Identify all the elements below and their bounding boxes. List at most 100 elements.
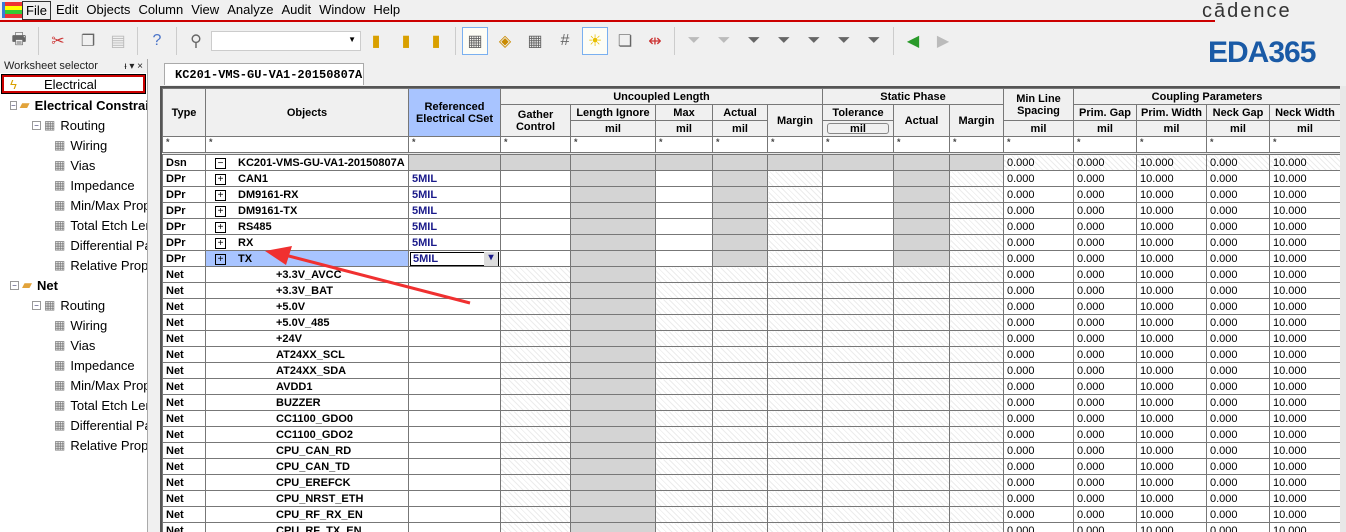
tree-item[interactable]: ▦ Differential Pair [0, 415, 147, 435]
tree-item[interactable]: ▦ Vias [0, 155, 147, 175]
cset-cell[interactable]: 5MIL [408, 170, 501, 187]
neck_width-cell[interactable]: 10.000 [1269, 346, 1341, 363]
prim_gap-cell[interactable]: 0.000 [1073, 346, 1137, 363]
collapse-icon[interactable]: − [10, 100, 17, 110]
cset-cell[interactable]: 5MIL [408, 202, 501, 219]
col-neck-width[interactable]: Neck Width [1269, 104, 1341, 121]
cset-cell[interactable] [408, 410, 501, 427]
menu-file[interactable]: File [22, 0, 51, 20]
prim_width-cell[interactable]: 10.000 [1136, 170, 1207, 187]
object-cell[interactable]: − KC201-VMS-GU-VA1-20150807A [205, 154, 409, 171]
prim_gap-cell[interactable]: 0.000 [1073, 490, 1137, 507]
constraint-cell[interactable] [570, 282, 656, 299]
filter-cell[interactable]: * [205, 136, 409, 153]
constraint-cell[interactable] [712, 490, 768, 507]
constraint-cell[interactable] [570, 346, 656, 363]
constraint-cell[interactable] [767, 442, 823, 459]
panel-controls[interactable]: ᵼ ▾ × [124, 61, 143, 72]
constraint-icon[interactable]: ◈ [492, 27, 518, 55]
menu-window[interactable]: Window [316, 1, 368, 20]
constraint-cell[interactable] [500, 522, 571, 532]
constraint-cell[interactable] [822, 378, 894, 395]
table-row[interactable]: Net CPU_NRST_ETH 0.000 0.000 10.000 0.000 10.0… [162, 490, 1341, 507]
tree-item[interactable]: ▦ Differential Pair [0, 235, 147, 255]
expand-icon[interactable]: + [215, 189, 226, 201]
constraint-cell[interactable] [767, 362, 823, 379]
constraint-cell[interactable] [712, 362, 768, 379]
constraint-cell[interactable] [712, 426, 768, 443]
neck_width-cell[interactable]: 10.000 [1269, 330, 1341, 347]
object-cell[interactable]: + TX [205, 250, 409, 267]
constraint-cell[interactable] [655, 314, 713, 331]
neck_gap-cell[interactable]: 0.000 [1206, 330, 1270, 347]
tree-item[interactable]: ▦ Vias [0, 335, 147, 355]
constraint-cell[interactable] [949, 314, 1004, 331]
constraint-cell[interactable] [893, 362, 950, 379]
col-prim-width[interactable]: Prim. Width [1136, 104, 1207, 121]
tree-item[interactable]: ▦ Relative Propagation Delay [0, 435, 147, 455]
menu-edit[interactable]: Edit [53, 1, 81, 20]
filter-cell[interactable]: * [1136, 136, 1207, 153]
tree-item[interactable]: ▦ Min/Max Propagation Delays [0, 195, 147, 215]
constraint-cell[interactable] [500, 170, 571, 187]
neck_width-cell[interactable]: 10.000 [1269, 282, 1341, 299]
constraint-cell[interactable] [822, 170, 894, 187]
neck_gap-cell[interactable]: 0.000 [1206, 346, 1270, 363]
table-row[interactable]: Net +5.0V_485 0.000 0.000 10.000 0.000 10.000 [162, 314, 1341, 331]
neck_width-cell[interactable]: 10.000 [1269, 394, 1341, 411]
constraint-cell[interactable] [767, 474, 823, 491]
object-cell[interactable]: CPU_CAN_TD [205, 458, 409, 475]
expand-icon[interactable]: + [215, 173, 226, 185]
constraint-cell[interactable] [500, 282, 571, 299]
constraint-cell[interactable] [712, 346, 768, 363]
prim_width-cell[interactable]: 10.000 [1136, 426, 1207, 443]
min_line-cell[interactable]: 0.000 [1003, 458, 1074, 475]
table-row[interactable]: DPr + CAN1 5MIL 0.000 0.000 10.000 0.000 10.000 [162, 170, 1341, 187]
object-cell[interactable]: +5.0V_485 [205, 314, 409, 331]
object-cell[interactable]: CC1100_GDO0 [205, 410, 409, 427]
neck_width-cell[interactable]: 10.000 [1269, 410, 1341, 427]
cut-icon[interactable]: ✂ [45, 27, 71, 55]
prim_gap-cell[interactable]: 0.000 [1073, 266, 1137, 283]
neck_gap-cell[interactable]: 0.000 [1206, 410, 1270, 427]
table-row[interactable]: Net AT24XX_SDA 0.000 0.000 10.000 0.000 10.000 [162, 362, 1341, 379]
neck_width-cell[interactable]: 10.000 [1269, 298, 1341, 315]
constraint-cell[interactable] [655, 394, 713, 411]
min_line-cell[interactable]: 0.000 [1003, 506, 1074, 523]
table-row[interactable]: Net CC1100_GDO2 0.000 0.000 10.000 0.000 10.00… [162, 426, 1341, 443]
constraint-cell[interactable] [655, 234, 713, 251]
constraint-cell[interactable] [949, 266, 1004, 283]
neck_gap-cell[interactable]: 0.000 [1206, 426, 1270, 443]
object-cell[interactable]: CPU_RF_RX_EN [205, 506, 409, 523]
neck_gap-cell[interactable]: 0.000 [1206, 458, 1270, 475]
neck_width-cell[interactable]: 10.000 [1269, 474, 1341, 491]
constraint-cell[interactable] [712, 250, 768, 267]
neck_width-cell[interactable]: 10.000 [1269, 154, 1341, 171]
table-row[interactable]: Net +3.3V_BAT 0.000 0.000 10.000 0.000 10.000 [162, 282, 1341, 299]
constraint-cell[interactable] [570, 330, 656, 347]
constraint-cell[interactable] [655, 410, 713, 427]
filter-a-icon[interactable]: ⏷ [771, 27, 797, 55]
constraint-cell[interactable] [570, 170, 656, 187]
constraint-cell[interactable] [712, 202, 768, 219]
prim_width-cell[interactable]: 10.000 [1136, 506, 1207, 523]
min_line-cell[interactable]: 0.000 [1003, 298, 1074, 315]
tolerance-unit-button[interactable]: mil [827, 123, 889, 135]
constraint-cell[interactable] [949, 250, 1004, 267]
neck_width-cell[interactable]: 10.000 [1269, 266, 1341, 283]
constraint-cell[interactable] [655, 506, 713, 523]
constraint-cell[interactable] [655, 330, 713, 347]
menu-audit[interactable]: Audit [278, 1, 314, 20]
constraint-cell[interactable] [500, 458, 571, 475]
constraint-cell[interactable] [767, 394, 823, 411]
constraint-cell[interactable] [570, 298, 656, 315]
menu-objects[interactable]: Objects [83, 1, 133, 20]
constraint-cell[interactable] [893, 394, 950, 411]
constraint-cell[interactable] [570, 202, 656, 219]
neck_gap-cell[interactable]: 0.000 [1206, 170, 1270, 187]
object-cell[interactable]: +24V [205, 330, 409, 347]
constraint-cell[interactable] [822, 298, 894, 315]
constraint-cell[interactable] [712, 506, 768, 523]
constraint-cell[interactable] [893, 282, 950, 299]
prim_gap-cell[interactable]: 0.000 [1073, 298, 1137, 315]
